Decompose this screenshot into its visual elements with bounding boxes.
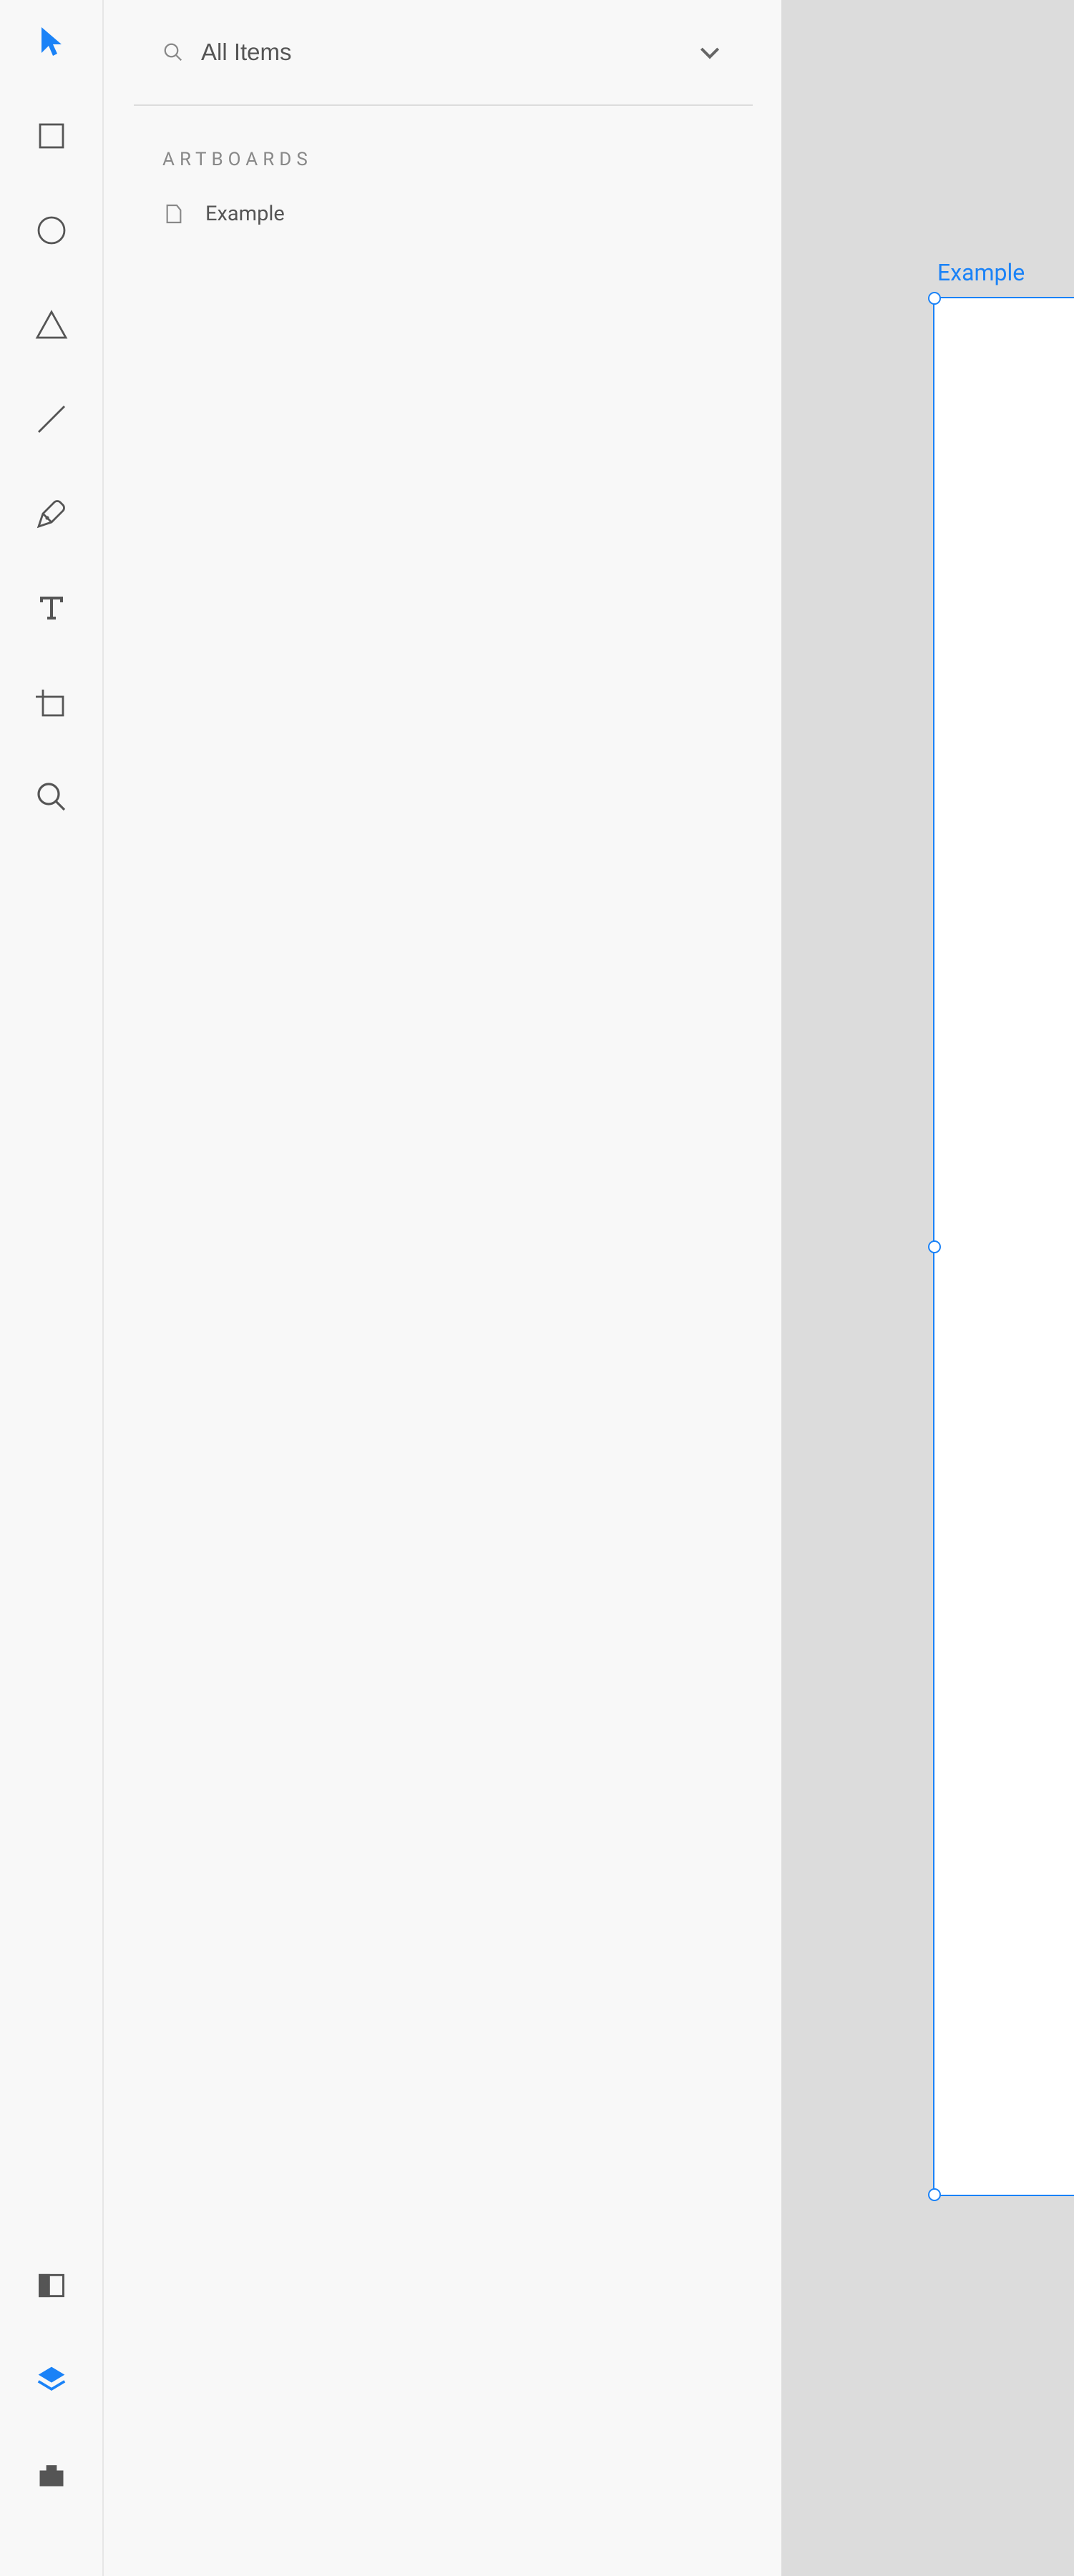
toolbar-bottom-group <box>0 2266 102 2497</box>
polygon-tool[interactable] <box>30 305 73 348</box>
layers-filter-input[interactable] <box>201 39 695 66</box>
artboard-example[interactable] <box>933 297 1074 2196</box>
text-tool[interactable] <box>30 588 73 631</box>
artboard-item-icon <box>162 202 185 225</box>
design-canvas[interactable]: Example <box>781 0 1074 2576</box>
layers-search-row[interactable] <box>134 0 753 106</box>
rectangle-tool[interactable] <box>30 116 73 159</box>
line-icon <box>34 402 69 439</box>
line-tool[interactable] <box>30 399 73 442</box>
triangle-icon <box>34 308 69 345</box>
tool-toolbar <box>0 0 104 2576</box>
zoom-tool[interactable] <box>30 777 73 820</box>
layers-icon <box>36 2364 67 2399</box>
artboards-section-header: ARTBOARDS <box>105 106 781 192</box>
plugins-tab[interactable] <box>30 2454 73 2497</box>
ellipse-tool[interactable] <box>30 210 73 253</box>
zoom-icon <box>34 780 69 817</box>
rectangle-icon <box>34 119 69 156</box>
search-icon <box>162 41 184 63</box>
layers-tab[interactable] <box>30 2360 73 2403</box>
artboard-layer-item[interactable]: Example <box>105 192 781 236</box>
selection-handle-bottom-left[interactable] <box>928 2188 941 2201</box>
select-tool[interactable] <box>30 21 73 64</box>
artboard-tool[interactable] <box>30 682 73 725</box>
chevron-down-icon[interactable] <box>695 38 724 67</box>
artboard-item-label: Example <box>205 202 285 226</box>
artboard-icon <box>34 685 69 723</box>
toolbar-top-group <box>0 21 102 820</box>
plugin-icon <box>36 2459 67 2493</box>
ellipse-icon <box>34 213 69 250</box>
text-icon <box>34 591 69 628</box>
pointer-icon <box>34 24 69 62</box>
layers-panel: ARTBOARDS Example <box>105 0 781 2576</box>
pen-icon <box>34 496 69 534</box>
pen-tool[interactable] <box>30 494 73 537</box>
panel-icon <box>36 2270 67 2304</box>
libraries-tab[interactable] <box>30 2266 73 2308</box>
selection-handle-top-left[interactable] <box>928 292 941 305</box>
selection-handle-middle-left[interactable] <box>928 1240 941 1253</box>
artboard-name-label[interactable]: Example <box>937 259 1025 286</box>
